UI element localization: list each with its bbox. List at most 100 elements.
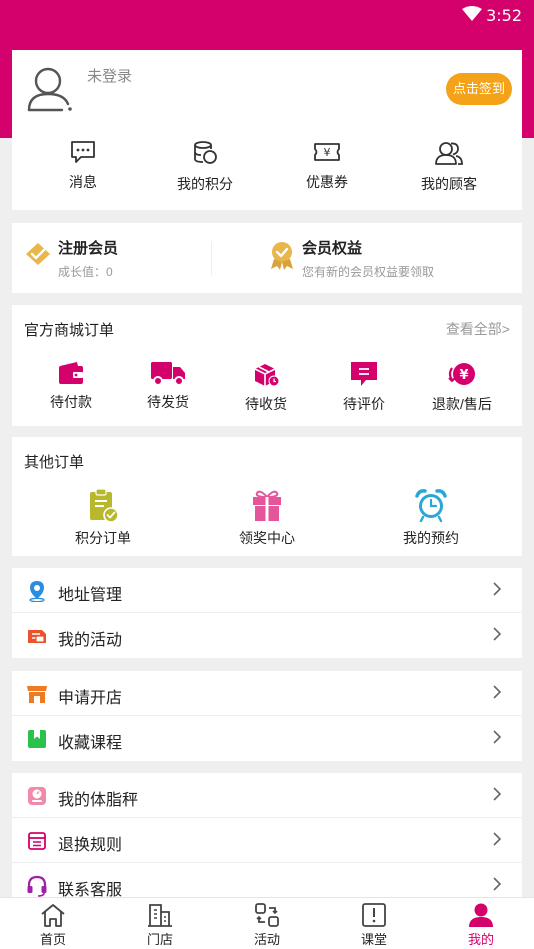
quick-link-coupons[interactable]: ¥ 优惠券 — [267, 140, 387, 192]
other-order-label: 我的预约 — [403, 530, 459, 546]
menu-address-management[interactable]: 地址管理 — [12, 568, 522, 613]
customers-icon — [435, 142, 463, 165]
quick-link-messages[interactable]: 消息 — [23, 140, 143, 192]
order-refund-aftersale[interactable]: ¥ 退款/售后 — [414, 360, 510, 414]
menu-label: 地址管理 — [58, 587, 123, 604]
refund-icon: ¥ — [448, 363, 475, 385]
order-status-label: 待发货 — [147, 394, 189, 410]
menu-group-2: 申请开店 收藏课程 — [12, 671, 522, 761]
activity-ticket-icon — [28, 630, 46, 643]
member-benefits-title: 会员权益 — [302, 240, 363, 257]
chevron-right-icon — [493, 627, 502, 641]
svg-text:¥: ¥ — [324, 146, 331, 159]
book-alert-icon — [362, 903, 386, 927]
menu-group-3: 我的体脂秤 退换规则 联系客服 — [12, 773, 522, 897]
scale-icon — [28, 787, 46, 805]
order-pending-receipt[interactable]: 待收货 — [218, 360, 314, 414]
login-status[interactable]: 未登录 — [87, 65, 132, 86]
wallet-icon — [59, 362, 83, 384]
points-orders[interactable]: 积分订单 — [43, 487, 163, 548]
svg-text:¥: ¥ — [459, 368, 468, 383]
status-bar: 3:52 — [0, 0, 534, 30]
chevron-right-icon — [493, 877, 502, 891]
growth-value: 成长值：0 — [58, 265, 113, 279]
menu-group-1: 地址管理 我的活动 — [12, 568, 522, 658]
home-icon — [41, 904, 65, 927]
quick-link-label: 消息 — [69, 174, 97, 190]
store-icon — [27, 686, 47, 703]
other-order-label: 积分订单 — [75, 530, 131, 546]
message-icon — [71, 141, 95, 163]
order-status-label: 退款/售后 — [432, 396, 492, 412]
menu-body-fat-scale[interactable]: 我的体脂秤 — [12, 773, 522, 818]
coupon-icon: ¥ — [314, 143, 340, 161]
rules-box-icon — [28, 832, 46, 850]
menu-contact-support[interactable]: 联系客服 — [12, 863, 522, 897]
order-status-label: 待评价 — [343, 396, 385, 412]
order-status-label: 待收货 — [245, 396, 287, 412]
menu-label: 联系客服 — [58, 882, 123, 897]
member-benefits[interactable]: 会员权益 您有新的会员权益要领取 — [268, 223, 508, 293]
quick-links: 消息 我的积分 ¥ 优惠券 我的顾客 — [12, 140, 522, 200]
member-benefits-subtitle: 您有新的会员权益要领取 — [302, 265, 435, 279]
quick-link-label: 我的顾客 — [421, 176, 477, 192]
signin-button[interactable]: 点击签到 — [446, 73, 512, 105]
prize-center[interactable]: 领奖中心 — [207, 487, 327, 548]
menu-label: 我的活动 — [58, 632, 123, 649]
menu-label: 申请开店 — [58, 690, 123, 707]
tab-label: 门店 — [146, 932, 173, 947]
other-order-label: 领奖中心 — [239, 530, 295, 546]
tab-me[interactable]: 我的 — [441, 902, 521, 948]
gift-icon — [253, 490, 281, 521]
menu-label: 退换规则 — [58, 837, 123, 854]
member-card: 注册会员 成长值：0 会员权益 您有新的会员权益要领取 — [12, 223, 522, 293]
profile-card: 未登录 点击签到 消息 我的积分 ¥ 优惠券 我的顾客 — [12, 50, 522, 210]
chevron-right-icon — [493, 685, 502, 699]
tab-label: 活动 — [253, 932, 280, 947]
tab-label: 首页 — [39, 932, 66, 947]
chevron-right-icon — [493, 730, 502, 744]
menu-label: 收藏课程 — [58, 735, 123, 752]
order-status-label: 待付款 — [50, 394, 92, 410]
points-icon — [194, 141, 217, 164]
member-divider — [211, 241, 212, 275]
tab-home[interactable]: 首页 — [13, 902, 93, 948]
tab-stores[interactable]: 门店 — [120, 902, 200, 948]
register-member[interactable]: 注册会员 成长值：0 — [24, 223, 210, 293]
swap-icon — [255, 903, 279, 927]
bookmark-icon — [28, 730, 46, 748]
quick-link-points[interactable]: 我的积分 — [145, 140, 265, 194]
bottom-tab-bar: 首页 门店 活动 课堂 我的 — [0, 897, 534, 949]
other-orders-title: 其他订单 — [24, 454, 85, 471]
avatar-icon[interactable] — [26, 64, 74, 114]
clipboard-check-icon — [90, 488, 119, 523]
chevron-right-icon — [493, 832, 502, 846]
menu-favorite-courses[interactable]: 收藏课程 — [12, 716, 522, 761]
chevron-right-icon — [493, 582, 502, 596]
mall-orders-card: 官方商城订单 查看全部> 待付款 待发货 待收货 待评价 ¥ 退款/售后 — [12, 305, 522, 426]
alarm-clock-icon — [415, 489, 447, 523]
view-all-orders-link[interactable]: 查看全部> — [446, 319, 510, 339]
package-icon — [254, 364, 280, 387]
medal-icon — [271, 242, 293, 270]
mall-orders-title: 官方商城订单 — [24, 322, 115, 339]
wifi-icon — [462, 6, 482, 21]
menu-apply-store[interactable]: 申请开店 — [12, 671, 522, 716]
menu-my-activities[interactable]: 我的活动 — [12, 613, 522, 658]
order-pending-payment[interactable]: 待付款 — [23, 360, 119, 412]
chevron-right-icon — [493, 787, 502, 801]
tab-activities[interactable]: 活动 — [227, 902, 307, 948]
tab-classroom[interactable]: 课堂 — [334, 902, 414, 948]
order-pending-review[interactable]: 待评价 — [316, 360, 412, 414]
quick-link-label: 优惠券 — [306, 174, 348, 190]
tab-label: 我的 — [467, 932, 494, 947]
other-orders-card: 其他订单 积分订单 领奖中心 我的预约 — [12, 437, 522, 556]
order-pending-shipment[interactable]: 待发货 — [120, 360, 216, 412]
menu-return-rules[interactable]: 退换规则 — [12, 818, 522, 863]
quick-link-label: 我的积分 — [177, 176, 233, 192]
my-appointments[interactable]: 我的预约 — [371, 487, 491, 548]
quick-link-customers[interactable]: 我的顾客 — [389, 140, 509, 194]
diamond-badge-icon — [26, 243, 50, 265]
location-pin-icon — [29, 581, 45, 602]
user-icon — [469, 903, 493, 927]
